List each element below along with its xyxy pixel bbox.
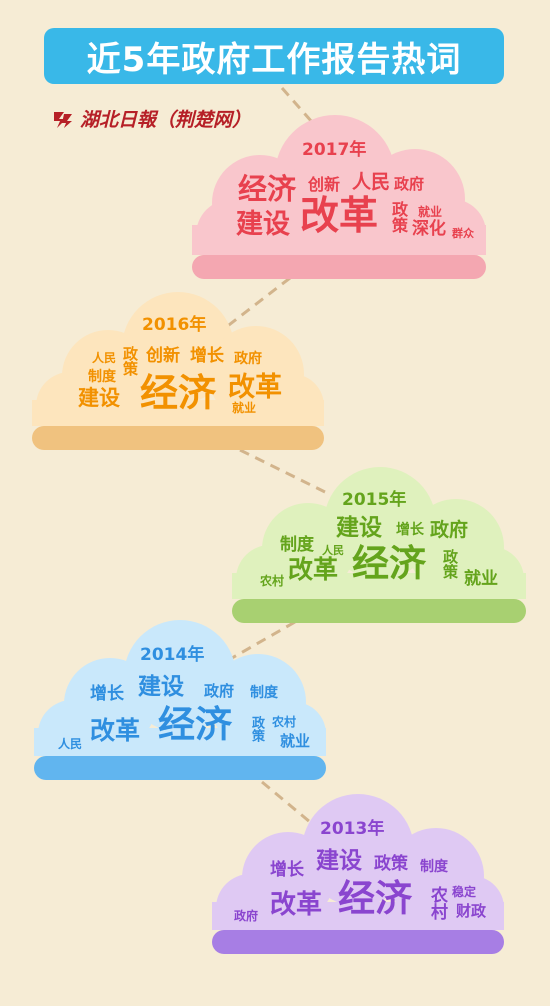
year-label-2017: 2017年	[302, 140, 367, 160]
word-zhidu-2016: 制度	[88, 369, 116, 385]
word-zhengfu-2014: 政府	[204, 682, 235, 700]
word-nongcun-2015: 农村	[260, 574, 285, 588]
word-jiuye-2015: 就业	[464, 569, 498, 589]
word-zengzhang-2013: 增长	[270, 860, 304, 880]
cloud-2017: 2017年 经济 创新 人民 政府 建设 改革 政策 就业 深化 群众	[190, 113, 490, 279]
word-zhengce-2016: 政策	[121, 346, 139, 376]
word-zhengfu-2016: 政府	[234, 351, 262, 367]
word-zhidu-2015: 制度	[280, 535, 314, 555]
word-jingji-2015: 经济	[352, 542, 426, 585]
word-jianshe-2016: 建设	[78, 386, 120, 410]
word-gaige-2015: 改革	[288, 555, 339, 584]
word-shenhua-2017: 深化	[412, 219, 446, 239]
word-zhengfu-2013: 政府	[234, 909, 259, 923]
word-renmin-2014: 人民	[58, 737, 83, 751]
word-zengzhang-2016: 增长	[190, 346, 224, 366]
word-wending-2013: 稳定	[452, 885, 477, 899]
word-jiuye-2017: 就业	[418, 205, 443, 219]
word-jiuye-2014: 就业	[280, 732, 311, 750]
word-zhengce-2015: 政策	[441, 549, 459, 579]
word-chuangxin-2016: 创新	[146, 346, 180, 366]
word-jiuye-2016: 就业	[232, 401, 257, 415]
year-label-2013: 2013年	[320, 819, 385, 839]
year-label-2016: 2016年	[142, 315, 207, 335]
word-gaige-2016: 改革	[228, 372, 282, 403]
cloud-2014: 2014年 增长 建设 政府 制度 改革 经济 政策 农村 人民 就业	[32, 618, 330, 780]
word-renmin-2017: 人民	[352, 171, 391, 193]
cloud-2013: 2013年 建设 增长 政策 制度 改革 经济 农村 稳定 政府 财政	[210, 792, 508, 954]
word-zhidu-2014: 制度	[250, 685, 278, 701]
word-gaige-2014: 改革	[90, 716, 141, 745]
word-jianshe-2017: 建设	[236, 209, 290, 240]
word-jingji-2017: 经济	[238, 172, 297, 206]
word-jingji-2014: 经济	[158, 703, 232, 746]
word-zhidu-2013: 制度	[420, 859, 448, 875]
word-jingji-2013: 经济	[338, 877, 412, 920]
word-zhengfu-2015: 政府	[430, 519, 469, 541]
word-zhengce-2014: 政策	[249, 716, 264, 742]
cloud-2016: 2016年 人民 政策 创新 增长 政府 制度 建设 经济 改革 就业	[30, 290, 328, 450]
word-gaige-2017: 改革	[300, 194, 379, 239]
word-qunzhong-2017: 群众	[452, 227, 474, 240]
cloud-2015: 2015年 建设 增长 政府 制度 人民 改革 经济 政策 农村 就业	[230, 465, 530, 623]
word-caizheng-2013: 财政	[456, 902, 487, 920]
year-label-2014: 2014年	[140, 645, 205, 665]
word-jianshe-2013: 建设	[316, 848, 362, 874]
word-zhengce-2013: 政策	[374, 854, 408, 874]
word-zhengfu-2017: 政府	[394, 175, 425, 193]
word-chuangxin-2017: 创新	[308, 175, 341, 194]
word-gaige-2013: 改革	[270, 890, 323, 920]
word-nongcun-2013: 农村	[427, 886, 447, 920]
word-zengzhang-2014: 增长	[90, 684, 124, 704]
word-zhengce-2017: 政策	[389, 201, 408, 233]
year-label-2015: 2015年	[342, 490, 407, 510]
word-jianshe-2015: 建设	[336, 515, 382, 541]
word-nongcun-2014: 农村	[272, 715, 297, 729]
word-jingji-2016: 经济	[140, 371, 217, 415]
word-zengzhang-2015: 增长	[396, 522, 424, 538]
word-jianshe-2014: 建设	[138, 674, 184, 700]
word-renmin-2016: 人民	[92, 351, 117, 365]
